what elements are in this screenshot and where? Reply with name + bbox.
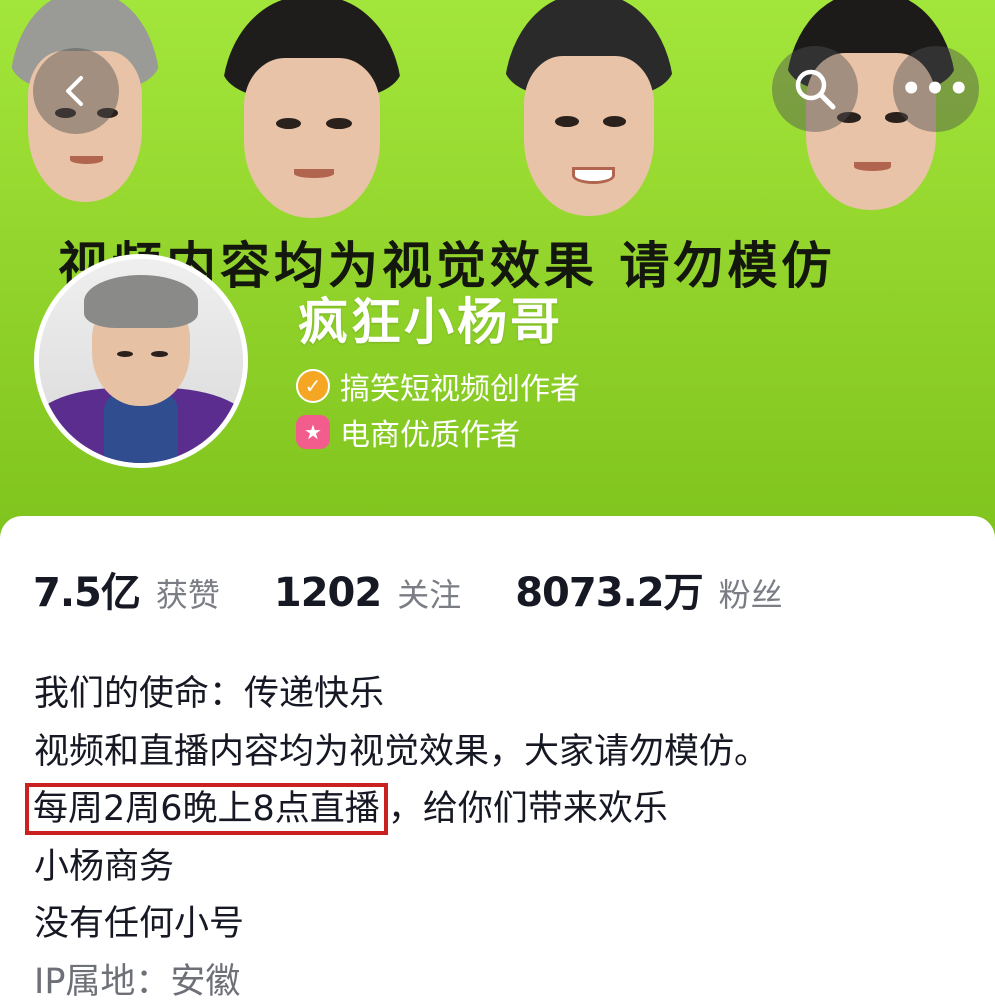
creator-badge[interactable]: ✓ 搞笑短视频创作者	[296, 364, 580, 408]
search-button[interactable]	[772, 46, 858, 132]
bio-line-schedule: 每周2周6晚上8点直播 ，给你们带来欢乐	[25, 781, 769, 839]
bio-line-disclaimer: 视频和直播内容均为视觉效果，大家请勿模仿。	[34, 731, 770, 772]
bio-line-mission: 我们的使命：传递快乐	[34, 674, 385, 714]
banner-face-2	[222, 0, 402, 218]
star-badge-icon: ★	[296, 415, 330, 449]
bio-line-schedule-rest: ，给你们带来欢乐	[387, 789, 668, 829]
profile-bio: 我们的使命：传递快乐 视频和直播内容均为视觉效果，大家请勿模仿。 每周2周6晚上…	[25, 666, 770, 1000]
profile-stats: 7.5亿 获赞 1202 关注 8073.2万 粉丝	[33, 560, 837, 618]
profile-page: ••• 视频内容均为视觉效果 请勿模仿 疯狂小杨哥 ✓ 搞笑短视频创作者 ★ 电…	[0, 0, 995, 1000]
followers-count: 8073.2万	[515, 570, 703, 616]
followers-label: 粉丝	[718, 576, 783, 614]
stat-likes[interactable]: 7.5亿 获赞	[33, 560, 220, 618]
bio-line-business: 小杨商务	[34, 846, 175, 887]
live-schedule-highlight: 每周2周6晚上8点直播	[25, 783, 388, 835]
likes-label: 获赞	[155, 576, 220, 614]
check-badge-icon: ✓	[296, 369, 330, 403]
profile-nickname: 疯狂小杨哥	[298, 293, 563, 351]
creator-badge-label: 搞笑短视频创作者	[340, 372, 580, 407]
ip-location: IP属地：安徽	[34, 961, 241, 1000]
ecommerce-badge-label: 电商优质作者	[340, 418, 520, 453]
ecommerce-badge[interactable]: ★ 电商优质作者	[296, 410, 520, 454]
stat-followers[interactable]: 8073.2万 粉丝	[515, 560, 782, 618]
more-icon: •••	[900, 69, 972, 109]
banner-face-3	[504, 0, 674, 216]
search-icon	[795, 69, 836, 110]
chevron-left-icon	[66, 76, 83, 106]
likes-count: 7.5亿	[33, 570, 141, 616]
stat-following[interactable]: 1202 关注	[274, 570, 461, 616]
back-button[interactable]	[33, 48, 119, 134]
profile-avatar[interactable]	[34, 254, 248, 468]
more-options-button[interactable]: •••	[893, 46, 979, 132]
following-count: 1202	[273, 570, 382, 616]
bio-line-no-alt: 没有任何小号	[34, 904, 245, 944]
following-label: 关注	[397, 576, 462, 614]
